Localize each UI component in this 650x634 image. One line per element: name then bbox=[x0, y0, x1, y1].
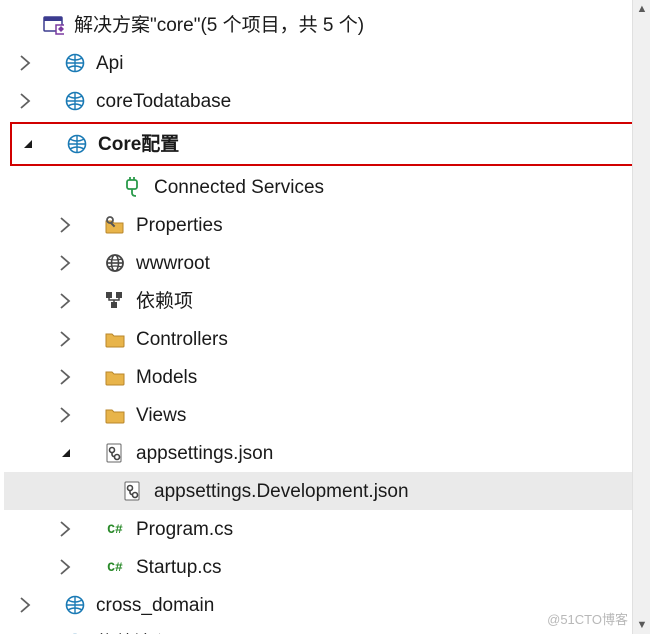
node-label: appsettings.json bbox=[136, 444, 273, 463]
solution-node[interactable]: 解决方案"core"(5 个项目，共 5 个) bbox=[4, 6, 650, 44]
wrench-folder-icon bbox=[102, 212, 128, 238]
project-label: Api bbox=[96, 54, 123, 73]
csharp-file-icon: C# bbox=[102, 554, 128, 580]
node-dependencies[interactable]: 依赖项 bbox=[4, 282, 650, 320]
csharp-file-icon: C# bbox=[102, 516, 128, 542]
node-connected-services[interactable]: Connected Services bbox=[4, 168, 650, 206]
folder-icon bbox=[102, 326, 128, 352]
expander-closed-icon[interactable] bbox=[58, 521, 74, 537]
web-project-icon bbox=[62, 88, 88, 114]
json-file-icon bbox=[120, 478, 146, 504]
project-label: coreTodatabase bbox=[96, 92, 231, 111]
scroll-down-icon[interactable]: ▼ bbox=[633, 616, 650, 634]
web-project-icon bbox=[62, 50, 88, 76]
node-label: Startup.cs bbox=[136, 558, 222, 577]
solution-icon bbox=[40, 12, 66, 38]
vertical-scrollbar[interactable]: ▲ ▼ bbox=[632, 0, 650, 634]
scroll-up-icon[interactable]: ▲ bbox=[633, 0, 650, 18]
node-label: Connected Services bbox=[154, 178, 324, 197]
expander-closed-icon[interactable] bbox=[58, 217, 74, 233]
folder-icon bbox=[102, 402, 128, 428]
node-label: 依赖项 bbox=[136, 292, 193, 311]
plug-icon bbox=[120, 174, 146, 200]
globe-icon bbox=[102, 250, 128, 276]
node-label: wwwroot bbox=[136, 254, 210, 273]
expander-closed-icon[interactable] bbox=[58, 407, 74, 423]
expander-closed-icon[interactable] bbox=[58, 255, 74, 271]
project-label: Core配置 bbox=[98, 135, 179, 154]
expander-closed-icon[interactable] bbox=[18, 597, 34, 613]
project-core-config[interactable]: Core配置 bbox=[10, 122, 642, 166]
node-label: Program.cs bbox=[136, 520, 233, 539]
web-project-icon bbox=[64, 131, 90, 157]
node-label: Controllers bbox=[136, 330, 228, 349]
dependencies-icon bbox=[102, 288, 128, 314]
expander-closed-icon[interactable] bbox=[58, 559, 74, 575]
expander-closed-icon[interactable] bbox=[58, 293, 74, 309]
node-appsettings-dev[interactable]: appsettings.Development.json bbox=[4, 472, 650, 510]
solution-title: 解决方案"core"(5 个项目，共 5 个) bbox=[74, 16, 364, 35]
node-label: appsettings.Development.json bbox=[154, 482, 409, 501]
folder-icon bbox=[102, 364, 128, 390]
project-api[interactable]: Api bbox=[4, 44, 650, 82]
expander-closed-icon[interactable] bbox=[58, 369, 74, 385]
json-file-icon bbox=[102, 440, 128, 466]
node-program-cs[interactable]: C# Program.cs bbox=[4, 510, 650, 548]
node-label: Properties bbox=[136, 216, 223, 235]
node-properties[interactable]: Properties bbox=[4, 206, 650, 244]
node-appsettings[interactable]: appsettings.json bbox=[4, 434, 650, 472]
project-coreTodatabase[interactable]: coreTodatabase bbox=[4, 82, 650, 120]
node-label: Views bbox=[136, 406, 186, 425]
watermark: @51CTO博客 bbox=[547, 609, 628, 628]
node-models[interactable]: Models bbox=[4, 358, 650, 396]
node-startup-cs[interactable]: C# Startup.cs bbox=[4, 548, 650, 586]
expander-open-icon[interactable] bbox=[58, 445, 74, 461]
node-views[interactable]: Views bbox=[4, 396, 650, 434]
solution-explorer-panel: 解决方案"core"(5 个项目，共 5 个) Api coreTodataba… bbox=[0, 0, 650, 634]
node-label: Models bbox=[136, 368, 197, 387]
expander-closed-icon[interactable] bbox=[18, 55, 34, 71]
expander-closed-icon[interactable] bbox=[18, 93, 34, 109]
tree: 解决方案"core"(5 个项目，共 5 个) Api coreTodataba… bbox=[0, 0, 650, 634]
node-controllers[interactable]: Controllers bbox=[4, 320, 650, 358]
expander-closed-icon[interactable] bbox=[58, 331, 74, 347]
web-project-icon bbox=[62, 592, 88, 618]
web-project-icon bbox=[62, 630, 88, 634]
project-label: cross_domain bbox=[96, 596, 214, 615]
expander-open-icon[interactable] bbox=[20, 136, 36, 152]
node-wwwroot[interactable]: wwwroot bbox=[4, 244, 650, 282]
